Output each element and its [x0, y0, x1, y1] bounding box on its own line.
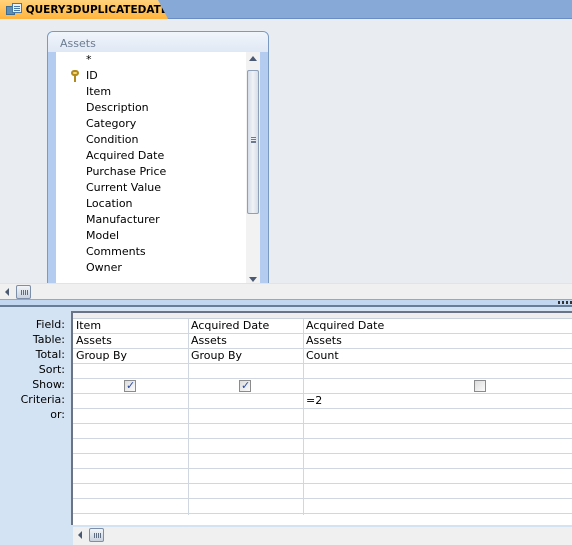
field-item-current-value[interactable]: Current Value: [56, 180, 246, 196]
criteria-cell[interactable]: [188, 394, 303, 408]
document-tab-bar: QUERY3DUPLICATEDATE: [0, 0, 572, 19]
field-item-acquired-date[interactable]: Acquired Date: [56, 148, 246, 164]
row-label-table: Table:: [32, 333, 65, 346]
row-label-field: Field:: [35, 318, 65, 331]
field-name: Manufacturer: [86, 213, 160, 226]
field-item-location[interactable]: Location: [56, 196, 246, 212]
grip-icon: [251, 137, 256, 143]
sort-cell[interactable]: [73, 364, 188, 378]
scroll-thumb[interactable]: [16, 285, 31, 299]
assets-table-box[interactable]: Assets * ID Item Description Category Co…: [47, 31, 269, 286]
field-list-scrollbar[interactable]: [246, 52, 260, 286]
query-grid-pane: Field: Table: Total: Sort: Show: Criteri…: [0, 307, 572, 545]
field-cell[interactable]: Acquired Date: [303, 319, 572, 333]
grid-row-field: Item Acquired Date Acquired Date: [73, 319, 572, 334]
field-item-all[interactable]: *: [56, 52, 246, 68]
grid-row-empty[interactable]: [73, 454, 572, 469]
query-design-grid: Item Acquired Date Acquired Date Assets …: [71, 311, 572, 525]
total-cell[interactable]: Group By: [73, 349, 188, 363]
field-item-id[interactable]: ID: [56, 68, 246, 84]
scroll-left-arrow-icon[interactable]: [78, 531, 82, 539]
field-name: ID: [86, 69, 98, 82]
field-cell[interactable]: Acquired Date: [188, 319, 303, 333]
table-cell[interactable]: Assets: [188, 334, 303, 348]
grid-row-empty[interactable]: [73, 424, 572, 439]
row-label-or: or:: [50, 408, 65, 421]
grid-row-show: [73, 379, 572, 394]
sort-cell[interactable]: [188, 364, 303, 378]
or-cell[interactable]: [303, 409, 572, 423]
field-list: * ID Item Description Category Condition…: [56, 52, 246, 286]
field-name: Purchase Price: [86, 165, 167, 178]
row-label-show: Show:: [32, 378, 65, 391]
field-name: *: [86, 53, 92, 66]
grid-row-criteria: =2: [73, 394, 572, 409]
show-checkbox[interactable]: [474, 380, 486, 392]
grid-row-sort: [73, 364, 572, 379]
field-item-purchase-price[interactable]: Purchase Price: [56, 164, 246, 180]
grid-row-empty[interactable]: [73, 499, 572, 514]
query-icon: [6, 3, 22, 16]
row-labels: Field: Table: Total: Sort: Show: Criteri…: [0, 317, 70, 422]
field-item-description[interactable]: Description: [56, 100, 246, 116]
field-name: Item: [86, 85, 112, 98]
criteria-cell[interactable]: [73, 394, 188, 408]
grid-horizontal-scrollbar[interactable]: [73, 527, 572, 545]
query-design-area: Assets * ID Item Description Category Co…: [0, 20, 572, 286]
field-name: Condition: [86, 133, 139, 146]
grid-row-total: Group By Group By Count: [73, 349, 572, 364]
field-cell[interactable]: Item: [73, 319, 188, 333]
scroll-down-arrow-icon[interactable]: [249, 277, 257, 282]
or-cell[interactable]: [188, 409, 303, 423]
grid-row-or: [73, 409, 572, 424]
field-name: Acquired Date: [86, 149, 165, 162]
or-cell[interactable]: [73, 409, 188, 423]
scroll-thumb[interactable]: [247, 70, 259, 214]
pane-splitter[interactable]: [0, 299, 572, 307]
grid-row-empty[interactable]: [73, 469, 572, 484]
show-checkbox[interactable]: [239, 379, 251, 392]
show-checkbox[interactable]: [124, 379, 136, 392]
total-cell[interactable]: Group By: [188, 349, 303, 363]
scroll-left-arrow-icon[interactable]: [5, 288, 9, 296]
field-item-manufacturer[interactable]: Manufacturer: [56, 212, 246, 228]
table-box-title[interactable]: Assets: [48, 32, 268, 52]
field-item-comments[interactable]: Comments: [56, 244, 246, 260]
criteria-cell[interactable]: =2: [303, 394, 572, 408]
field-item-model[interactable]: Model: [56, 228, 246, 244]
field-name: Location: [86, 197, 133, 210]
field-name: Description: [86, 101, 149, 114]
row-label-sort: Sort:: [38, 363, 65, 376]
query-tab[interactable]: QUERY3DUPLICATEDATE: [0, 0, 168, 19]
grid-row-empty[interactable]: [73, 439, 572, 454]
field-name: Category: [86, 117, 137, 130]
field-item-condition[interactable]: Condition: [56, 132, 246, 148]
grid-row-empty[interactable]: [73, 484, 572, 499]
design-area-horizontal-scrollbar[interactable]: [0, 283, 572, 299]
field-item-item[interactable]: Item: [56, 84, 246, 100]
scroll-thumb[interactable]: [89, 528, 104, 542]
query-tab-label: QUERY3DUPLICATEDATE: [25, 3, 168, 16]
field-name: Model: [86, 229, 120, 242]
row-label-total: Total:: [35, 348, 65, 361]
total-cell[interactable]: Count: [303, 349, 572, 363]
scroll-up-arrow-icon[interactable]: [249, 56, 257, 61]
grid-row-table: Assets Assets Assets: [73, 334, 572, 349]
row-label-criteria: Criteria:: [20, 393, 65, 406]
field-item-owner[interactable]: Owner: [56, 260, 246, 276]
table-cell[interactable]: Assets: [73, 334, 188, 348]
primary-key-icon: [71, 70, 79, 82]
field-name: Comments: [86, 245, 146, 258]
sort-cell[interactable]: [303, 364, 572, 378]
field-name: Owner: [86, 261, 122, 274]
table-cell[interactable]: Assets: [303, 334, 572, 348]
splitter-grip-icon[interactable]: [558, 301, 572, 304]
field-name: Current Value: [86, 181, 162, 194]
field-item-category[interactable]: Category: [56, 116, 246, 132]
